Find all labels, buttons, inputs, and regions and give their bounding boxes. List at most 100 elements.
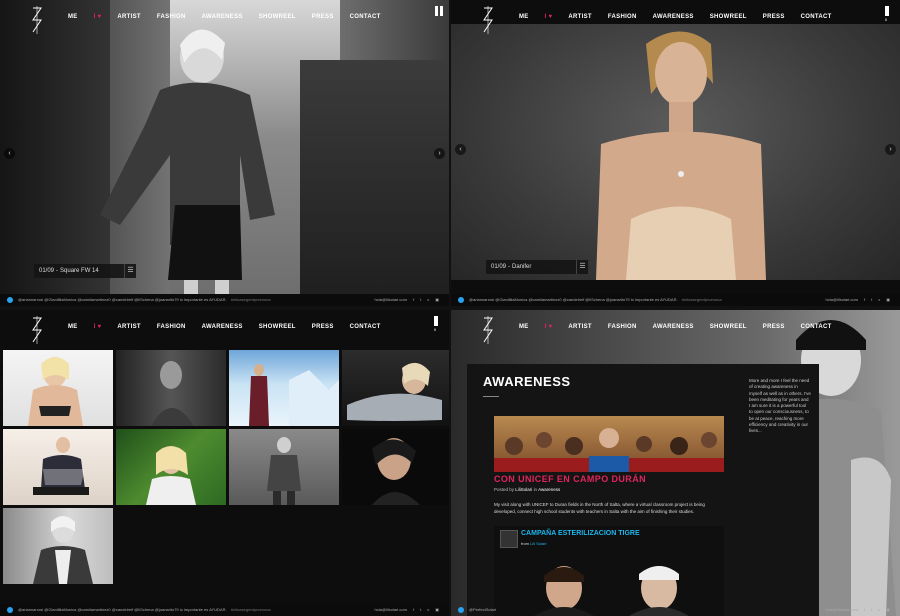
- footer-email[interactable]: hola@lilsolari.com: [825, 294, 858, 306]
- footer-tag[interactable]: #nitoasegredpnomuna: [231, 607, 271, 612]
- nav-showreel[interactable]: SHOWREEL: [259, 324, 296, 330]
- gallery-thumbnail[interactable]: [3, 350, 113, 426]
- facebook-icon[interactable]: f: [413, 294, 414, 306]
- footer-tag[interactable]: #nitoasegredpnomuna: [231, 297, 271, 302]
- nav-fashion[interactable]: FASHION: [157, 14, 186, 20]
- prev-arrow-icon[interactable]: ‹: [4, 148, 15, 159]
- nav-awareness[interactable]: AWARENESS: [202, 14, 243, 20]
- nav-awareness[interactable]: AWARENESS: [653, 14, 694, 20]
- footer-email[interactable]: hola@lilsolari.com: [825, 604, 858, 616]
- menu-icon[interactable]: ☰: [124, 264, 136, 278]
- menu-icon[interactable]: ☰: [576, 260, 588, 274]
- instagram-icon[interactable]: ▣: [886, 294, 890, 306]
- logo[interactable]: [481, 6, 495, 34]
- post-author[interactable]: LiliSolari: [515, 487, 532, 492]
- twitter-small-icon[interactable]: t: [420, 294, 421, 306]
- instagram-icon[interactable]: ▣: [435, 294, 439, 306]
- nav-fashion[interactable]: FASHION: [608, 324, 637, 330]
- nav-awareness[interactable]: AWARENESS: [653, 324, 694, 330]
- nav-artist[interactable]: ARTIST: [117, 14, 140, 20]
- twitter-icon[interactable]: [7, 607, 13, 613]
- nav-artist[interactable]: ARTIST: [117, 324, 140, 330]
- twitter-icon[interactable]: [7, 297, 13, 303]
- twitter-icon[interactable]: [458, 607, 464, 613]
- nav-heart[interactable]: I ♥: [545, 324, 553, 330]
- footer-email[interactable]: hola@lilsolari.com: [374, 294, 407, 306]
- nav-me[interactable]: ME: [519, 324, 529, 330]
- prev-arrow-icon[interactable]: ‹: [455, 144, 466, 155]
- gallery-thumbnail[interactable]: [116, 350, 226, 426]
- footer-email[interactable]: hola@lilsolari.com: [374, 604, 407, 616]
- panel-fashion-slideshow: ME I ♥ ARTIST FASHION AWARENESS SHOWREEL…: [0, 0, 449, 306]
- pause-button[interactable]: [434, 6, 444, 20]
- vimeo-icon[interactable]: v: [427, 294, 429, 306]
- nav-artist[interactable]: ARTIST: [568, 14, 591, 20]
- post-title[interactable]: CON UNICEF EN CAMPO DURÁN: [494, 474, 646, 484]
- twitter-small-icon[interactable]: t: [420, 604, 421, 616]
- nav-awareness[interactable]: AWARENESS: [202, 324, 243, 330]
- footer-tweet: @ariannarrosi @GianlilliaMonica @camilam…: [18, 607, 227, 612]
- nav-contact[interactable]: CONTACT: [350, 14, 381, 20]
- pause-button[interactable]: II: [885, 6, 895, 22]
- nav-contact[interactable]: CONTACT: [801, 324, 832, 330]
- gallery-thumbnail[interactable]: [3, 508, 113, 584]
- twitter-small-icon[interactable]: t: [871, 604, 872, 616]
- nav-artist[interactable]: ARTIST: [568, 324, 591, 330]
- panel-artist-slideshow: ME I ♥ ARTIST FASHION AWARENESS SHOWREEL…: [451, 0, 900, 306]
- facebook-icon[interactable]: f: [864, 604, 865, 616]
- video-title[interactable]: CAMPAÑA ESTERILIZACION TIGRE: [521, 530, 640, 537]
- footer: @ariannarrosi @GianlilliaMonica @camilam…: [0, 294, 449, 306]
- nav-heart[interactable]: I ♥: [94, 324, 102, 330]
- gallery-thumbnail[interactable]: [116, 429, 226, 505]
- main-nav: ME I ♥ ARTIST FASHION AWARENESS SHOWREEL…: [519, 324, 832, 330]
- logo[interactable]: [30, 6, 44, 34]
- video-embed[interactable]: [494, 526, 724, 616]
- vimeo-icon[interactable]: v: [878, 294, 880, 306]
- post-category[interactable]: Awareness: [538, 487, 560, 492]
- nav-contact[interactable]: CONTACT: [350, 324, 381, 330]
- nav-heart[interactable]: I ♥: [94, 14, 102, 20]
- facebook-icon[interactable]: f: [864, 294, 865, 306]
- slide-caption: 01/09 - Square FW 14 ☰: [34, 264, 136, 278]
- nav-contact[interactable]: CONTACT: [801, 14, 832, 20]
- nav-me[interactable]: ME: [68, 324, 78, 330]
- gallery-thumbnail[interactable]: [3, 429, 113, 505]
- footer-tag[interactable]: #nitoasegredpnomuna: [682, 297, 722, 302]
- posted-prefix: Posted by: [494, 487, 515, 492]
- nav-press[interactable]: PRESS: [312, 324, 334, 330]
- logo[interactable]: [30, 316, 44, 344]
- nav-press[interactable]: PRESS: [763, 324, 785, 330]
- vimeo-icon[interactable]: v: [427, 604, 429, 616]
- nav-fashion[interactable]: FASHION: [157, 324, 186, 330]
- nav-press[interactable]: PRESS: [763, 14, 785, 20]
- footer: @PerfectSolari hola@lilsolari.com f t v …: [451, 604, 900, 616]
- nav-showreel[interactable]: SHOWREEL: [710, 14, 747, 20]
- slide-photo: [0, 0, 449, 306]
- video-author[interactable]: Lili Solari: [530, 541, 546, 546]
- pause-button[interactable]: II: [434, 316, 444, 332]
- gallery-thumbnail[interactable]: [229, 429, 339, 505]
- twitter-icon[interactable]: [458, 297, 464, 303]
- twitter-small-icon[interactable]: t: [871, 294, 872, 306]
- nav-me[interactable]: ME: [68, 14, 78, 20]
- nav-showreel[interactable]: SHOWREEL: [710, 324, 747, 330]
- facebook-icon[interactable]: f: [413, 604, 414, 616]
- nav-heart[interactable]: I ♥: [545, 14, 553, 20]
- next-arrow-icon[interactable]: ›: [434, 148, 445, 159]
- instagram-icon[interactable]: ▣: [886, 604, 890, 616]
- nav-fashion[interactable]: FASHION: [608, 14, 637, 20]
- gallery-thumbnail[interactable]: [229, 350, 339, 426]
- nav-showreel[interactable]: SHOWREEL: [259, 14, 296, 20]
- instagram-icon[interactable]: ▣: [435, 604, 439, 616]
- footer-handle[interactable]: @PerfectSolari: [469, 607, 496, 612]
- nav-me[interactable]: ME: [519, 14, 529, 20]
- slide-index: 01/09: [39, 268, 55, 274]
- gallery-thumbnail[interactable]: [342, 429, 449, 505]
- nav-press[interactable]: PRESS: [312, 14, 334, 20]
- gallery-thumbnail[interactable]: [342, 350, 449, 426]
- next-arrow-icon[interactable]: ›: [885, 144, 896, 155]
- vimeo-icon[interactable]: v: [878, 604, 880, 616]
- post-image[interactable]: [494, 416, 724, 472]
- logo[interactable]: [481, 316, 495, 344]
- slide-caption: 01/09 - Danifer ☰: [486, 260, 588, 274]
